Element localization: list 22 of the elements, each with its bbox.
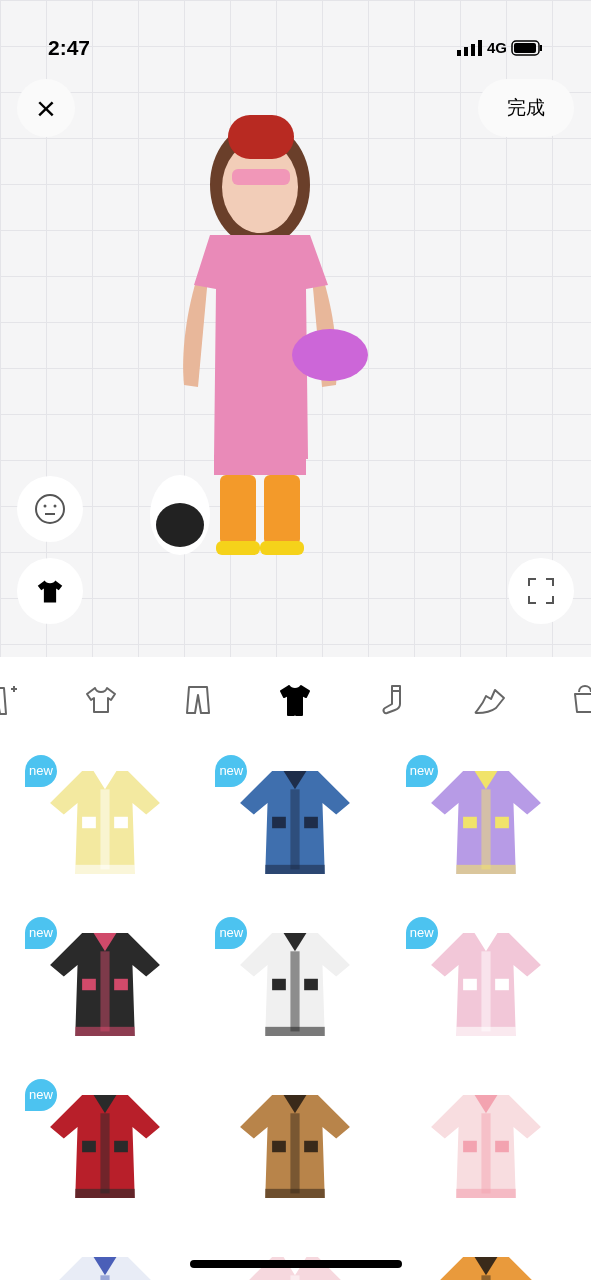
done-button[interactable]: 完成 (478, 79, 574, 137)
clothing-item[interactable]: new (10, 913, 201, 1055)
battery-icon (511, 40, 543, 56)
new-badge: new (215, 917, 248, 949)
status-time: 2:47 (48, 35, 91, 62)
network-label: 4G (487, 37, 507, 58)
clothing-item[interactable]: new (200, 913, 391, 1055)
fullscreen-icon (527, 577, 555, 605)
clothing-item[interactable]: new (200, 751, 391, 893)
new-badge: new (405, 917, 438, 949)
clothing-item[interactable]: new (390, 913, 581, 1055)
new-badge: new (25, 755, 57, 787)
new-badge: new (405, 755, 438, 787)
clothing-item[interactable]: new (10, 751, 201, 893)
new-badge: new (25, 917, 57, 949)
new-badge: new (25, 1079, 57, 1111)
new-badge: new (215, 755, 248, 787)
signal-icon (457, 40, 483, 56)
clothing-item[interactable]: new (10, 1075, 201, 1217)
close-button[interactable]: × (17, 79, 75, 137)
face-icon (34, 493, 66, 525)
clothing-item[interactable]: new (390, 751, 581, 893)
